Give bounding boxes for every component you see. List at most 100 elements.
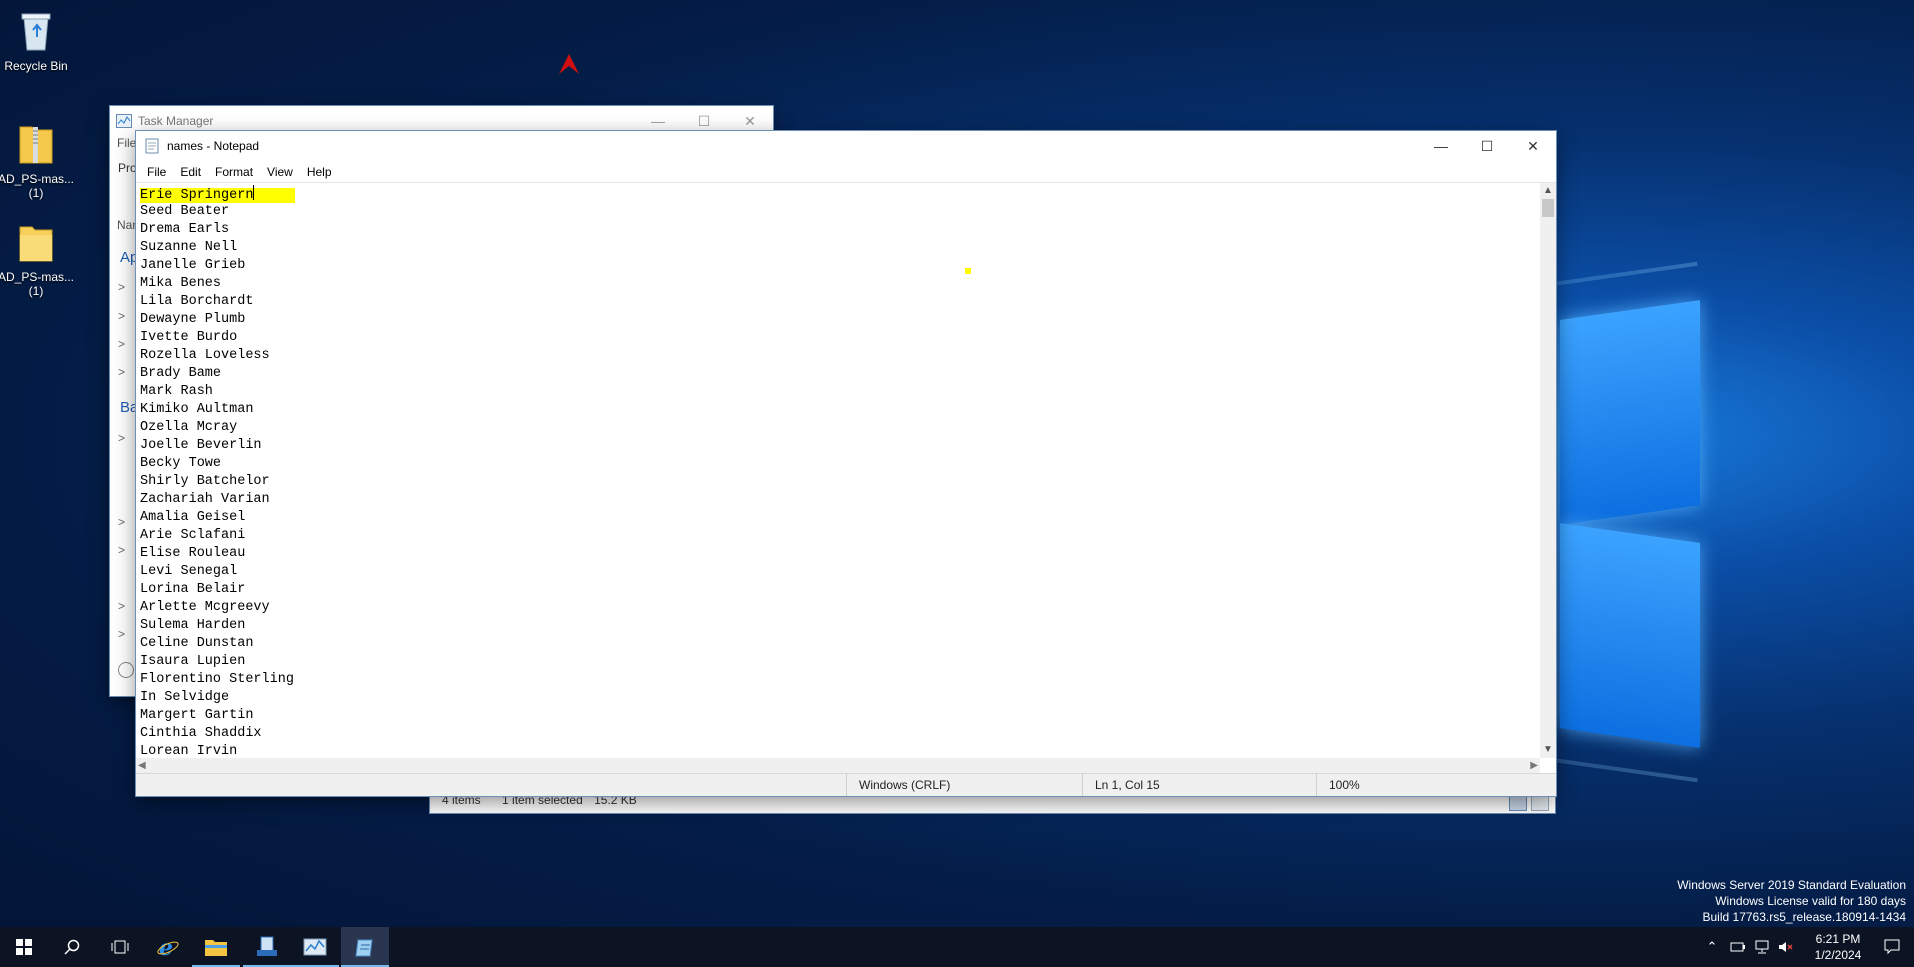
taskbar-file-explorer[interactable] bbox=[192, 927, 240, 967]
text-line: Lorina Belair bbox=[140, 582, 246, 597]
desktop-icon-label: Recycle Bin bbox=[4, 59, 68, 73]
scroll-up-icon[interactable]: ▲ bbox=[1540, 183, 1556, 199]
menu-format[interactable]: Format bbox=[208, 165, 260, 179]
battery-icon bbox=[1730, 942, 1745, 952]
battery-tray-button[interactable] bbox=[1726, 927, 1750, 967]
task-manager-icon bbox=[303, 938, 327, 956]
text-line: Levi Senegal bbox=[140, 564, 238, 579]
scroll-right-icon[interactable]: ▶ bbox=[1530, 758, 1538, 774]
server-manager-icon bbox=[257, 936, 277, 956]
recycle-bin-shortcut[interactable]: Recycle Bin bbox=[0, 8, 76, 73]
text-line: Isaura Lupien bbox=[140, 654, 246, 669]
text-editor[interactable]: Erie Springern Seed Beater Drema Earls S… bbox=[136, 183, 1540, 758]
text-line: Sulema Harden bbox=[140, 618, 246, 633]
file-explorer-icon bbox=[205, 940, 227, 956]
scroll-left-icon[interactable]: ◀ bbox=[138, 758, 146, 774]
menu-help[interactable]: Help bbox=[300, 165, 339, 179]
text-line: Kimiko Aultman bbox=[140, 402, 254, 417]
text-line: Elise Rouleau bbox=[140, 546, 246, 561]
text-line: Celine Dunstan bbox=[140, 636, 254, 651]
expand-chevron-icon[interactable]: > bbox=[118, 515, 125, 529]
taskbar-notepad[interactable] bbox=[341, 927, 389, 967]
text-line: Brady Bame bbox=[140, 366, 222, 381]
text-line: Becky Towe bbox=[140, 456, 222, 471]
notepad-window[interactable]: names - Notepad — ☐ ✕ File Edit Format V… bbox=[136, 131, 1556, 796]
tab-processes[interactable]: Pro bbox=[118, 161, 137, 175]
menu-bar: File Edit Format View Help bbox=[136, 161, 1556, 183]
task-view-icon bbox=[111, 940, 129, 954]
show-hidden-icons-button[interactable]: ⌃ bbox=[1700, 927, 1724, 967]
text-line: Janelle Grieb bbox=[140, 258, 246, 273]
text-line: Zachariah Varian bbox=[140, 492, 270, 507]
clock-time: 6:21 PM bbox=[1815, 932, 1861, 946]
menu-edit[interactable]: Edit bbox=[173, 165, 208, 179]
watermark-line: Windows Server 2019 Standard Evaluation bbox=[1677, 878, 1906, 892]
minimize-button[interactable]: — bbox=[1418, 131, 1464, 161]
text-line-selected: Erie Springern bbox=[140, 185, 1540, 203]
expand-chevron-icon[interactable]: > bbox=[118, 309, 125, 323]
desktop-watermark: Windows Server 2019 Standard Evaluation … bbox=[1677, 877, 1906, 925]
taskbar: e ⌃ 6:21 PM 1/2/2024 bbox=[0, 927, 1914, 967]
action-center-button[interactable] bbox=[1872, 927, 1912, 967]
window-title: Task Manager bbox=[138, 114, 214, 128]
expand-chevron-icon[interactable]: > bbox=[118, 280, 125, 294]
text-line: Shirly Batchelor bbox=[140, 474, 270, 489]
status-bar: Windows (CRLF) Ln 1, Col 15 100% bbox=[136, 773, 1556, 796]
expand-chevron-icon[interactable]: > bbox=[118, 431, 125, 445]
scroll-thumb[interactable] bbox=[1542, 199, 1554, 217]
text-line: Suzanne Nell bbox=[140, 240, 238, 255]
desktop-icon-label: AD_PS-mas... (1) bbox=[0, 172, 75, 200]
notifications-icon bbox=[1884, 939, 1900, 955]
fewer-details-icon[interactable] bbox=[118, 662, 134, 678]
details-view-icon[interactable] bbox=[1509, 795, 1527, 811]
status-position: Ln 1, Col 15 bbox=[1082, 774, 1339, 796]
windows-start-icon bbox=[16, 939, 32, 955]
maximize-button[interactable]: ☐ bbox=[1464, 131, 1510, 161]
menu-view[interactable]: View bbox=[260, 165, 300, 179]
vertical-scrollbar[interactable]: ▲ ▼ bbox=[1540, 183, 1556, 758]
large-icons-view-icon[interactable] bbox=[1531, 795, 1549, 811]
taskbar-edge[interactable]: e bbox=[144, 927, 192, 967]
expand-chevron-icon[interactable]: > bbox=[118, 543, 125, 557]
desktop-icon-label: AD_PS-mas... (1) bbox=[0, 270, 75, 298]
text-line: In Selvidge bbox=[140, 690, 230, 705]
task-manager-menu-file[interactable]: File bbox=[117, 136, 136, 150]
scroll-down-icon[interactable]: ▼ bbox=[1540, 742, 1556, 758]
folder-shortcut[interactable]: AD_PS-mas... (1) bbox=[0, 205, 76, 312]
search-button[interactable] bbox=[48, 927, 96, 967]
text-line: Drema Earls bbox=[140, 222, 230, 237]
text-line: Arlette Mcgreevy bbox=[140, 600, 270, 615]
start-button[interactable] bbox=[0, 927, 48, 967]
expand-chevron-icon[interactable]: > bbox=[118, 599, 125, 613]
volume-muted-icon bbox=[1779, 942, 1793, 952]
volume-tray-button[interactable] bbox=[1774, 927, 1798, 967]
horizontal-scrollbar[interactable]: ◀ ▶ bbox=[136, 758, 1540, 774]
text-line: Cinthia Shaddix bbox=[140, 726, 262, 741]
taskbar-server-manager[interactable] bbox=[243, 927, 291, 967]
red-arrow-icon bbox=[559, 54, 579, 74]
folder-icon bbox=[19, 226, 53, 262]
task-view-button[interactable] bbox=[96, 927, 144, 967]
text-line: Joelle Beverlin bbox=[140, 438, 262, 453]
watermark-line: Windows License valid for 180 days bbox=[1715, 894, 1906, 908]
text-line: Florentino Sterling bbox=[140, 672, 294, 687]
expand-chevron-icon[interactable]: > bbox=[118, 627, 125, 641]
status-encoding: Windows (CRLF) bbox=[846, 774, 1085, 796]
search-icon bbox=[64, 939, 80, 955]
window-title: names - Notepad bbox=[167, 139, 260, 153]
notepad-icon bbox=[355, 939, 373, 957]
zip-folder-shortcut[interactable]: AD_PS-mas... (1) bbox=[0, 105, 76, 214]
cursor-marker bbox=[965, 268, 971, 274]
text-line: Dewayne Plumb bbox=[140, 312, 246, 327]
menu-file[interactable]: File bbox=[140, 165, 173, 179]
recycle-bin-icon bbox=[21, 13, 51, 51]
close-button[interactable]: ✕ bbox=[1510, 131, 1556, 161]
taskbar-task-manager[interactable] bbox=[291, 927, 339, 967]
expand-chevron-icon[interactable]: > bbox=[118, 365, 125, 379]
text-line: Rozella Loveless bbox=[140, 348, 270, 363]
text-line: Mark Rash bbox=[140, 384, 213, 399]
clock[interactable]: 6:21 PM 1/2/2024 bbox=[1800, 927, 1876, 967]
network-tray-button[interactable] bbox=[1750, 927, 1774, 967]
text-line: Mika Benes bbox=[140, 276, 222, 291]
expand-chevron-icon[interactable]: > bbox=[118, 337, 125, 351]
